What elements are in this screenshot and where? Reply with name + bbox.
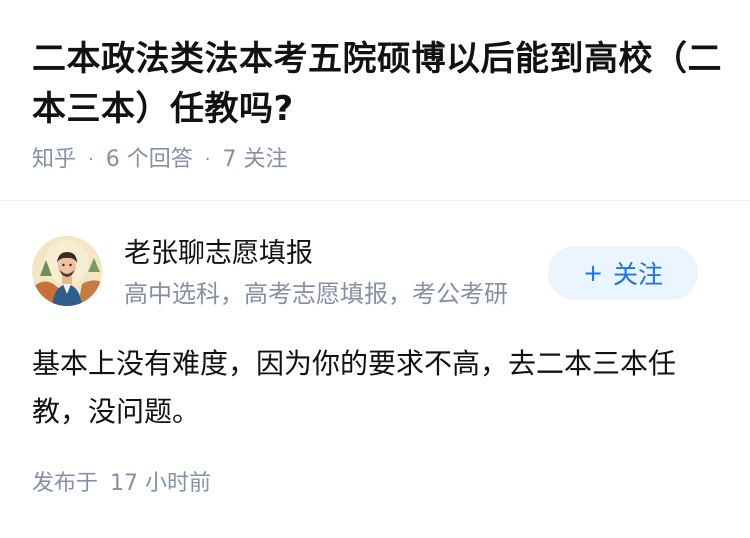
answer-author: 老张聊志愿填报 高中选科，高考志愿填报，考公考研 + 关注 bbox=[32, 236, 722, 308]
follow-label: 关注 bbox=[613, 260, 664, 289]
meta-separator: · bbox=[88, 149, 94, 170]
question-title[interactable]: 二本政法类法本考五院硕博以后能到高校（二本三本）任教吗? bbox=[32, 34, 722, 134]
answers-count[interactable]: 6 个回答 bbox=[106, 144, 193, 176]
publish-time-value: 17 小时前 bbox=[110, 471, 212, 496]
publish-time: 发布于 17 小时前 bbox=[32, 468, 211, 500]
avatar[interactable] bbox=[32, 236, 102, 306]
section-divider bbox=[0, 200, 750, 201]
question-meta: 知乎 · 6 个回答 · 7 关注 bbox=[32, 144, 287, 176]
answer-content[interactable]: 基本上没有难度，因为你的要求不高，去二本三本任教，没问题。 bbox=[32, 340, 712, 436]
author-name[interactable]: 老张聊志愿填报 bbox=[124, 236, 313, 272]
meta-separator: · bbox=[204, 149, 211, 170]
question-header: 二本政法类法本考五院硕博以后能到高校（二本三本）任教吗? bbox=[32, 34, 722, 134]
source-label[interactable]: 知乎 bbox=[32, 144, 76, 176]
follow-button[interactable]: + 关注 bbox=[548, 246, 698, 300]
followers-count[interactable]: 7 关注 bbox=[222, 144, 287, 176]
avatar-illustration bbox=[32, 236, 102, 306]
author-bio: 高中选科，高考志愿填报，考公考研 bbox=[124, 280, 508, 308]
plus-icon: + bbox=[582, 259, 604, 287]
publish-prefix: 发布于 bbox=[32, 471, 99, 496]
